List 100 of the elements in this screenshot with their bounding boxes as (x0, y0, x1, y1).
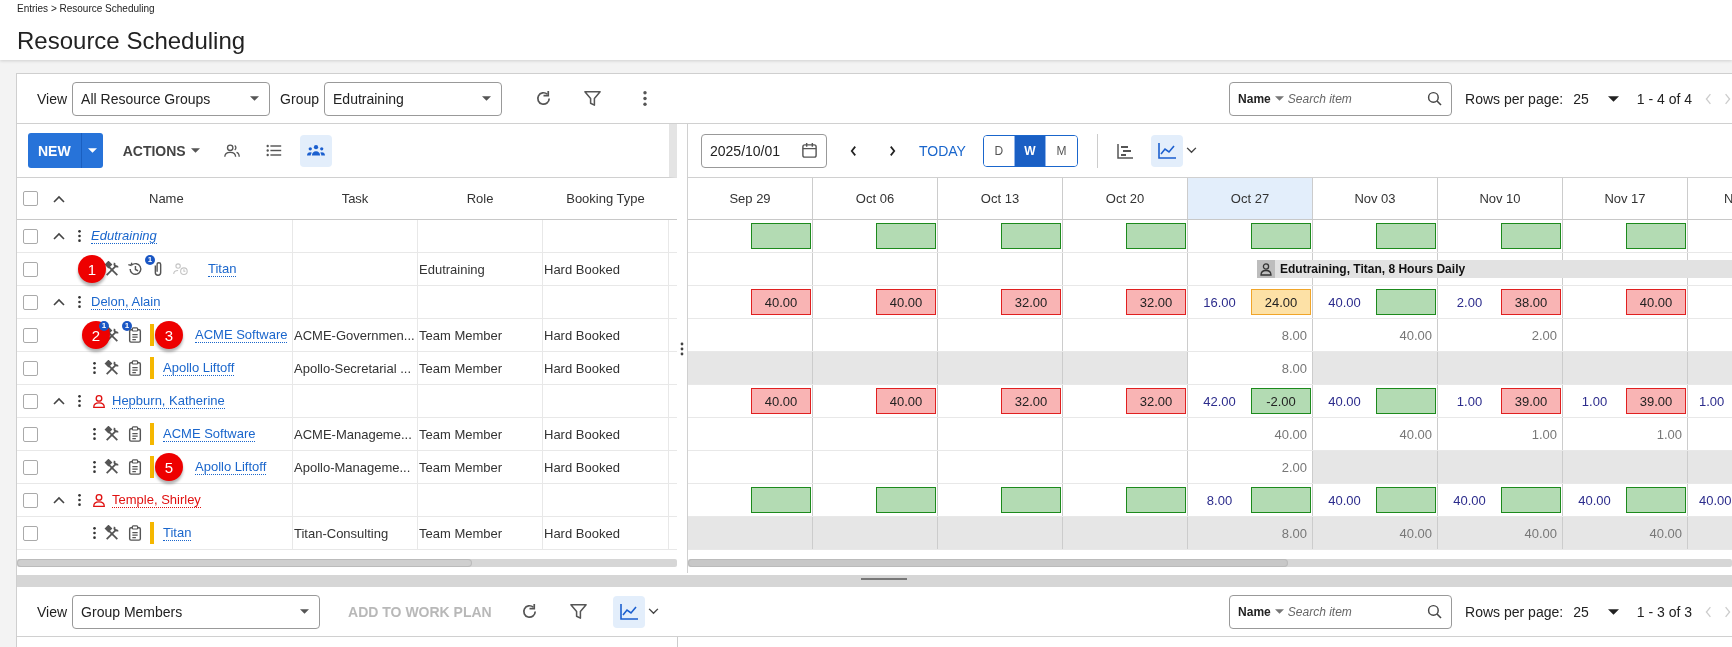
group-select[interactable]: Edutraining (324, 81, 502, 116)
row-checkbox[interactable] (23, 426, 38, 442)
history-icon[interactable] (127, 261, 143, 277)
group-link[interactable]: Edutraining (91, 227, 157, 245)
scrollbar-thumb[interactable] (688, 559, 1288, 567)
select-all-checkbox[interactable] (23, 191, 38, 206)
collapse-icon[interactable] (53, 298, 65, 306)
available-hours: 8.00 (1205, 492, 1234, 508)
new-button[interactable]: NEW (28, 133, 81, 168)
project-link[interactable]: Apollo Liftoff (163, 359, 235, 377)
clipboard-icon[interactable] (127, 459, 143, 475)
scale-tab[interactable]: W (1014, 135, 1046, 166)
resize-handle-icon[interactable] (680, 341, 684, 356)
more-icon[interactable] (77, 295, 82, 309)
week-header: Oct 13 (980, 191, 1020, 206)
view-mode-button[interactable] (299, 134, 332, 167)
clipboard-icon[interactable] (127, 426, 143, 442)
view-select[interactable]: Group Members (72, 594, 321, 629)
row-checkbox[interactable] (23, 261, 38, 277)
rows-per-page-select[interactable]: 25 (1573, 603, 1589, 620)
next-icon[interactable] (888, 143, 897, 158)
scrollbar-thumb[interactable] (17, 559, 472, 567)
rows-per-page-select[interactable]: 25 (1573, 90, 1589, 107)
project-link[interactable]: Titan (208, 260, 237, 278)
row-checkbox[interactable] (23, 393, 38, 409)
chart-toggle-button[interactable] (612, 595, 645, 628)
caret-icon (190, 148, 200, 153)
role-text: Team Member (419, 360, 503, 376)
filter-icon[interactable] (568, 602, 588, 621)
chart-toggle-button[interactable] (1150, 134, 1183, 167)
filter-icon[interactable] (583, 89, 602, 108)
resize-handle[interactable] (861, 578, 907, 580)
gantt-icon[interactable] (1115, 142, 1134, 159)
collapse-all-icon[interactable] (53, 194, 65, 203)
more-icon[interactable] (92, 460, 97, 474)
more-icon[interactable] (77, 394, 82, 408)
booked-hours: 2.00 (1281, 459, 1307, 475)
column-header[interactable]: Task (341, 191, 369, 206)
group-link[interactable]: Delon, Alain (91, 293, 161, 311)
project-link[interactable]: Apollo Liftoff (195, 458, 267, 476)
row-checkbox[interactable] (23, 228, 38, 244)
scale-tab[interactable]: D (983, 135, 1015, 166)
previous-icon[interactable] (849, 143, 858, 158)
column-header[interactable]: Name (149, 191, 184, 206)
allocation-box (751, 487, 811, 513)
page-range: 1 - 3 of 3 (1636, 603, 1692, 620)
more-icon[interactable] (92, 526, 97, 540)
date-field[interactable]: 2025/10/01 (701, 133, 827, 168)
row-checkbox[interactable] (23, 492, 38, 508)
more-icon[interactable] (77, 229, 82, 243)
tools-icon[interactable] (104, 261, 120, 277)
project-link[interactable]: Titan (163, 524, 192, 542)
allocation-box: 38.00 (1501, 289, 1561, 315)
row-checkbox[interactable] (23, 327, 38, 343)
more-icon[interactable] (77, 493, 82, 507)
tools-icon[interactable] (104, 525, 120, 541)
allocation-box (1376, 388, 1436, 414)
allocation-box (1376, 487, 1436, 513)
project-link[interactable]: ACME Software (195, 326, 288, 344)
search-icon[interactable] (1427, 90, 1444, 107)
row-checkbox[interactable] (23, 294, 38, 310)
search-field[interactable]: Name Search item (1229, 81, 1453, 116)
actions-button[interactable]: ACTIONS (116, 141, 206, 160)
group-link[interactable]: Hepburn, Katherine (112, 392, 225, 410)
collapse-icon[interactable] (53, 397, 65, 405)
tools-icon[interactable] (104, 459, 120, 475)
rows-per-page-label: Rows per page: (1465, 603, 1564, 620)
chevron-down-icon[interactable] (647, 608, 659, 615)
tools-icon[interactable] (104, 360, 120, 376)
clipboard-icon[interactable] (127, 327, 143, 343)
collapse-icon[interactable] (53, 232, 65, 240)
tools-icon[interactable] (104, 426, 120, 442)
allocation-box: 32.00 (1001, 289, 1061, 315)
row-checkbox[interactable] (23, 360, 38, 376)
search-icon[interactable] (1427, 603, 1444, 620)
more-icon[interactable] (92, 427, 97, 441)
allocation-box: 40.00 (876, 388, 936, 414)
search-field[interactable]: Name Search item (1229, 594, 1453, 629)
allocation-box: 24.00 (1251, 289, 1311, 315)
new-menu-button[interactable] (80, 133, 103, 168)
view-select[interactable]: All Resource Groups (72, 81, 271, 116)
group-link[interactable]: Temple, Shirley (112, 491, 201, 509)
refresh-icon[interactable] (534, 89, 553, 108)
column-header[interactable]: Role (466, 191, 494, 206)
more-icon[interactable] (642, 89, 648, 108)
caret-icon[interactable] (1607, 608, 1619, 615)
caret-icon[interactable] (1607, 95, 1619, 102)
more-icon[interactable] (92, 361, 97, 375)
clipboard-icon[interactable] (127, 525, 143, 541)
row-checkbox[interactable] (23, 459, 38, 475)
column-header[interactable]: Booking Type (566, 191, 645, 206)
project-link[interactable]: ACME Software (163, 425, 256, 443)
calendar-icon[interactable] (801, 142, 818, 159)
chevron-down-icon[interactable] (1185, 147, 1197, 154)
booking-bar[interactable]: Edutraining, Titan, 8 Hours Daily (1257, 260, 1732, 278)
collapse-icon[interactable] (53, 496, 65, 504)
clipboard-icon[interactable] (127, 360, 143, 376)
row-checkbox[interactable] (23, 525, 38, 541)
available-hours: 40.00 (1699, 492, 1732, 508)
today-button[interactable]: TODAY (919, 142, 966, 159)
